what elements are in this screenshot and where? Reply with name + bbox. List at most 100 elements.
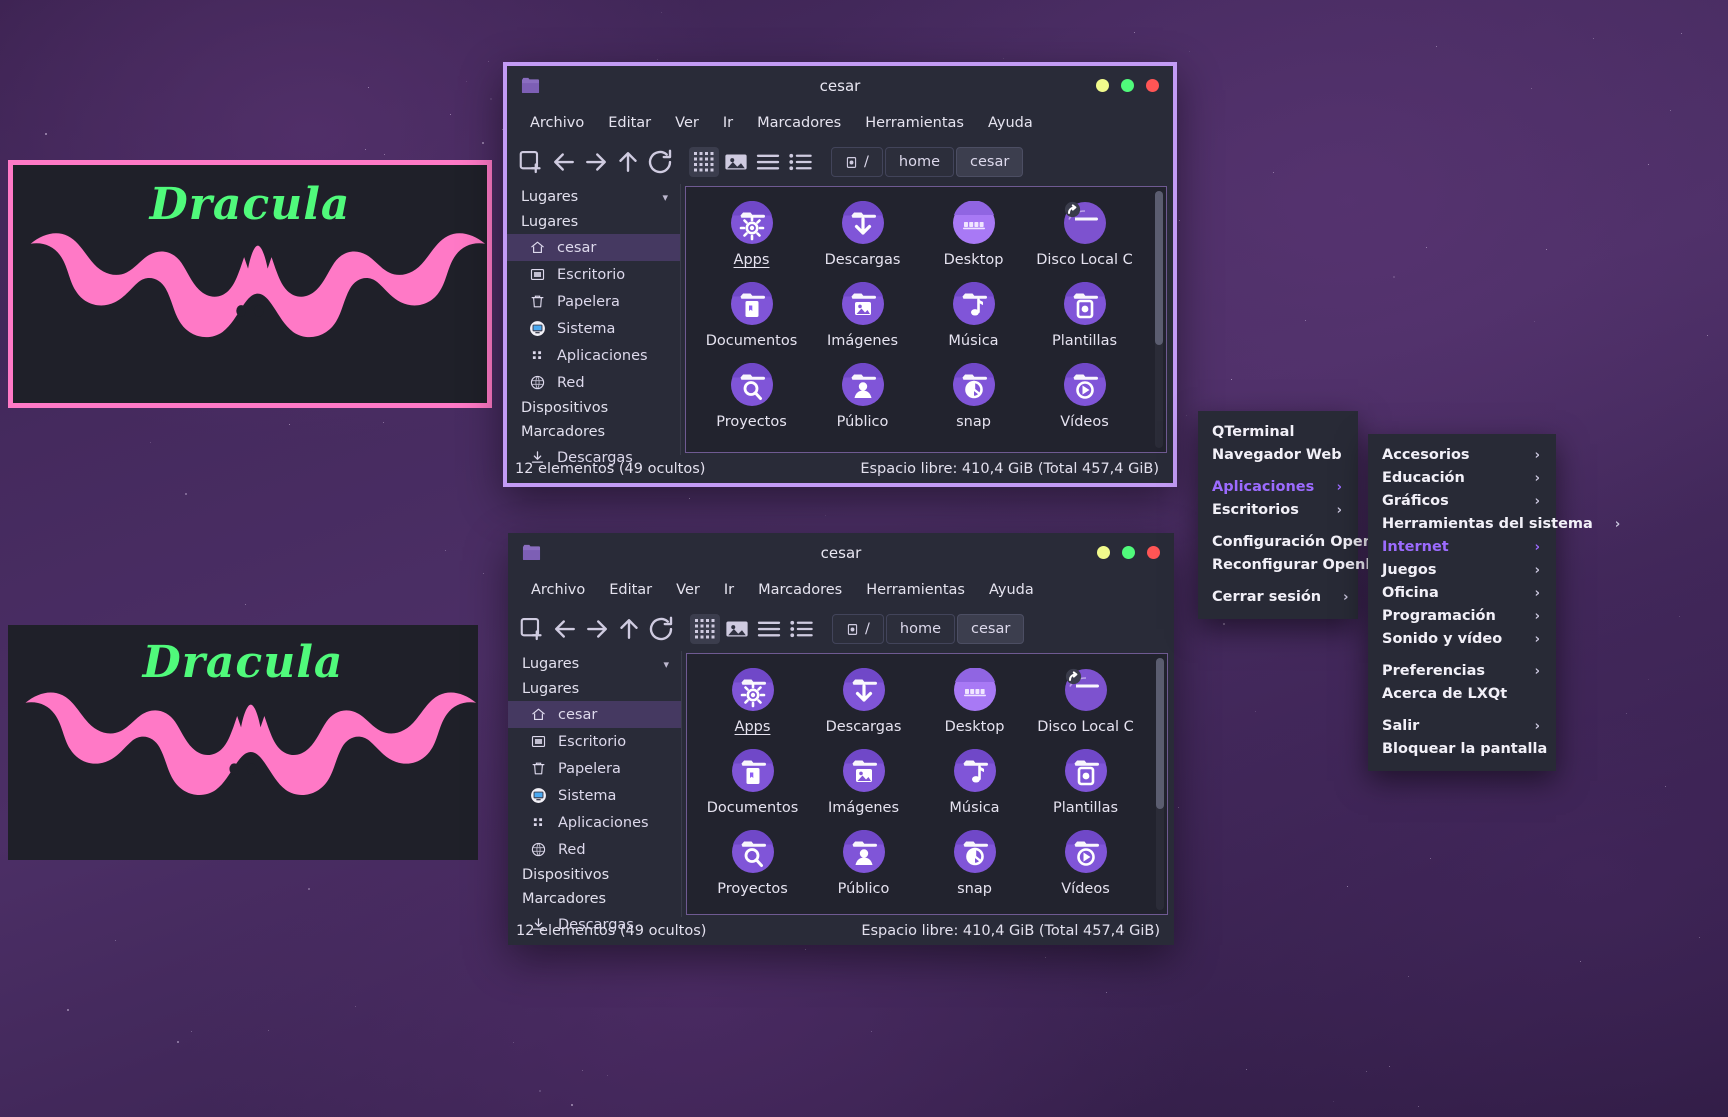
forward-arrow-icon[interactable] — [581, 147, 611, 177]
menu-item-juegos[interactable]: Juegos› — [1368, 559, 1556, 582]
sidebar-item-red[interactable]: Red — [508, 836, 681, 863]
file-item[interactable]: Público — [807, 363, 918, 430]
sidebar-item-papelera[interactable]: Papelera — [507, 288, 680, 315]
menu-item-qterminal[interactable]: QTerminal — [1198, 421, 1358, 444]
scrollbar-thumb[interactable] — [1156, 658, 1164, 809]
reload-icon[interactable] — [646, 614, 676, 644]
file-item[interactable]: Documentos — [696, 282, 807, 349]
sidebar-item-cesar[interactable]: cesar — [508, 701, 681, 728]
menu-archivo[interactable]: Archivo — [519, 111, 595, 135]
file-manager-window-inactive[interactable]: cesarArchivoEditarVerIrMarcadoresHerrami… — [508, 533, 1174, 945]
menu-item-sonido-y-v-deo[interactable]: Sonido y vídeo› — [1368, 628, 1556, 651]
menu-item-herramientas-del-sistema[interactable]: Herramientas del sistema› — [1368, 513, 1556, 536]
path-crumb-home[interactable]: home — [886, 614, 955, 644]
sidebar-item-escritorio[interactable]: Escritorio — [507, 261, 680, 288]
file-item[interactable]: Música — [918, 282, 1029, 349]
menu-item-preferencias[interactable]: Preferencias› — [1368, 660, 1556, 683]
content-scrollbar[interactable] — [1156, 658, 1164, 910]
file-item[interactable]: Proyectos — [697, 830, 808, 897]
path-crumb-home[interactable]: home — [885, 147, 954, 177]
openbox-root-menu[interactable]: QTerminalNavegador Web Aplicaciones›Escri… — [1198, 411, 1358, 619]
file-list-view[interactable]: AppsDescargasDesktopDisco Local C Documen… — [685, 186, 1167, 453]
window-titlebar[interactable]: cesar — [508, 533, 1174, 573]
menu-herramientas[interactable]: Herramientas — [855, 578, 976, 602]
path-crumb-cesar[interactable]: cesar — [956, 147, 1023, 177]
icon-view-icon[interactable] — [690, 614, 720, 644]
file-item[interactable]: Disco Local C — [1029, 201, 1140, 268]
sidebar-item-sistema[interactable]: Sistema — [508, 782, 681, 809]
file-item[interactable]: Disco Local C — [1030, 668, 1141, 735]
thumbnail-view-icon[interactable] — [722, 614, 752, 644]
sidebar-item-escritorio[interactable]: Escritorio — [508, 728, 681, 755]
menu-ver[interactable]: Ver — [664, 111, 710, 135]
menu-item-escritorios[interactable]: Escritorios› — [1198, 499, 1358, 522]
file-item[interactable]: Desktop — [919, 668, 1030, 735]
file-item[interactable]: Desktop — [918, 201, 1029, 268]
menu-item-internet[interactable]: Internet› — [1368, 536, 1556, 559]
menubar[interactable]: ArchivoEditarVerIrMarcadoresHerramientas… — [508, 573, 1174, 607]
sidebar-item-cesar[interactable]: cesar — [507, 234, 680, 261]
file-item[interactable]: Imágenes — [807, 282, 918, 349]
menu-item-navegador-web[interactable]: Navegador Web — [1198, 444, 1358, 467]
file-item[interactable]: Descargas — [807, 201, 918, 268]
menu-item-programaci-n[interactable]: Programación› — [1368, 605, 1556, 628]
file-manager-window-active[interactable]: cesarArchivoEditarVerIrMarcadoresHerrami… — [503, 62, 1177, 487]
menu-editar[interactable]: Editar — [598, 578, 663, 602]
menubar[interactable]: ArchivoEditarVerIrMarcadoresHerramientas… — [507, 106, 1173, 140]
path-bar[interactable]: /homecesar — [831, 147, 1023, 177]
file-item[interactable]: snap — [919, 830, 1030, 897]
detailed-list-view-icon[interactable] — [785, 147, 815, 177]
sidebar-item-sistema[interactable]: Sistema — [507, 315, 680, 342]
menu-archivo[interactable]: Archivo — [520, 578, 596, 602]
reload-icon[interactable] — [645, 147, 675, 177]
chevron-down-icon[interactable]: ▾ — [663, 658, 669, 671]
openbox-applications-submenu[interactable]: Accesorios›Educación›Gráficos›Herramient… — [1368, 434, 1556, 771]
menu-ayuda[interactable]: Ayuda — [977, 111, 1044, 135]
back-arrow-icon[interactable] — [550, 614, 580, 644]
file-item[interactable]: Plantillas — [1029, 282, 1140, 349]
content-scrollbar[interactable] — [1155, 191, 1163, 448]
window-controls[interactable] — [1096, 79, 1159, 92]
menu-ver[interactable]: Ver — [665, 578, 711, 602]
file-item[interactable]: Apps — [697, 668, 808, 735]
menu-item-aplicaciones[interactable]: Aplicaciones› — [1198, 476, 1358, 499]
close-button[interactable] — [1146, 79, 1159, 92]
file-item[interactable]: Vídeos — [1030, 830, 1141, 897]
file-item[interactable]: Documentos — [697, 749, 808, 816]
file-item[interactable]: Proyectos — [696, 363, 807, 430]
menu-marcadores[interactable]: Marcadores — [746, 111, 852, 135]
toolbar[interactable]: /homecesar — [508, 607, 1174, 651]
file-item[interactable]: Público — [808, 830, 919, 897]
sidebar-header[interactable]: Lugares▾ — [508, 651, 681, 677]
close-button[interactable] — [1147, 546, 1160, 559]
menu-item-configuraci-n-openbox[interactable]: Configuración Openbox — [1198, 531, 1358, 554]
menu-item-acerca-de-lxqt[interactable]: Acerca de LXQt — [1368, 683, 1556, 706]
menu-editar[interactable]: Editar — [597, 111, 662, 135]
window-titlebar[interactable]: cesar — [507, 66, 1173, 106]
chevron-down-icon[interactable]: ▾ — [662, 191, 668, 204]
menu-item-salir[interactable]: Salir› — [1368, 715, 1556, 738]
path-crumb-cesar[interactable]: cesar — [957, 614, 1024, 644]
sidebar-header[interactable]: Lugares▾ — [507, 184, 680, 210]
file-item[interactable]: Plantillas — [1030, 749, 1141, 816]
minimize-button[interactable] — [1097, 546, 1110, 559]
compact-view-icon[interactable] — [754, 614, 784, 644]
back-arrow-icon[interactable] — [549, 147, 579, 177]
menu-ir[interactable]: Ir — [713, 578, 745, 602]
icon-view-icon[interactable] — [689, 147, 719, 177]
menu-item-accesorios[interactable]: Accesorios› — [1368, 444, 1556, 467]
file-list-view[interactable]: AppsDescargasDesktopDisco Local CDocumen… — [686, 653, 1168, 915]
menu-item-reconfigurar-openbox[interactable]: Reconfigurar Openbox — [1198, 554, 1358, 577]
toolbar[interactable]: /homecesar — [507, 140, 1173, 184]
sidebar-item-aplicaciones[interactable]: Aplicaciones — [508, 809, 681, 836]
sidebar-item-descargas[interactable]: Descargas — [507, 444, 680, 471]
file-item[interactable]: Apps — [696, 201, 807, 268]
minimize-button[interactable] — [1096, 79, 1109, 92]
sidebar-item-descargas[interactable]: Descargas — [508, 911, 681, 938]
detailed-list-view-icon[interactable] — [786, 614, 816, 644]
new-tab-icon[interactable] — [518, 614, 548, 644]
maximize-button[interactable] — [1122, 546, 1135, 559]
compact-view-icon[interactable] — [753, 147, 783, 177]
places-sidebar[interactable]: Lugares▾LugarescesarEscritorioPapeleraSi… — [508, 651, 682, 917]
file-item[interactable]: Imágenes — [808, 749, 919, 816]
